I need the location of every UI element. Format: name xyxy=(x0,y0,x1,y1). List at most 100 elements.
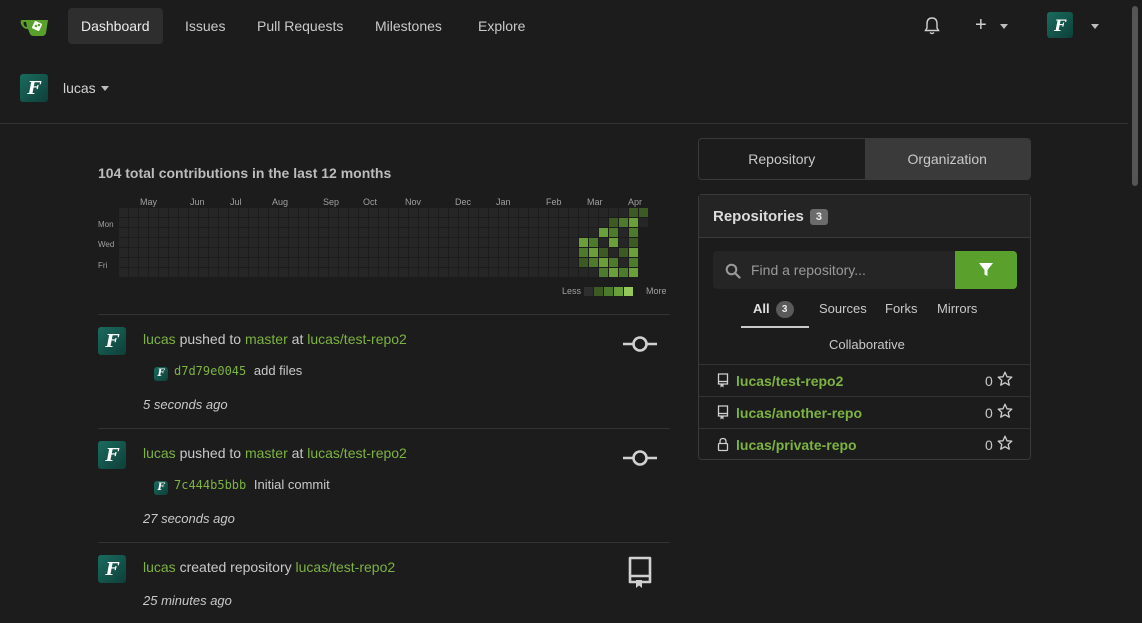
heatmap-cell xyxy=(539,248,548,257)
heatmap-cell xyxy=(189,218,198,227)
heatmap-cell xyxy=(329,218,338,227)
chevron-down-icon[interactable] xyxy=(101,86,109,91)
heatmap-cell xyxy=(319,268,328,277)
heatmap-cell xyxy=(129,248,138,257)
heatmap-legend-cell xyxy=(614,287,623,296)
star-icon[interactable] xyxy=(997,435,1013,451)
nav-explore[interactable]: Explore xyxy=(465,8,538,44)
heatmap-cell xyxy=(169,228,178,237)
repo-name-link[interactable]: lucas/private-repo xyxy=(736,437,857,453)
heatmap-cell xyxy=(219,218,228,227)
heatmap-cell xyxy=(509,268,518,277)
star-icon[interactable] xyxy=(997,371,1013,387)
feed-branch-link[interactable]: master xyxy=(245,331,288,347)
heatmap-cell xyxy=(219,208,228,217)
repo-list-item[interactable]: lucas/test-repo2 0 xyxy=(699,364,1030,396)
tab-repository[interactable]: Repository xyxy=(699,139,865,179)
feed-divider xyxy=(98,314,670,315)
repositories-panel: Repositories 3 All 3 Sources Forks Mirrors… xyxy=(698,194,1031,460)
heatmap-cell xyxy=(279,238,288,247)
repo-list-item[interactable]: lucas/private-repo 0 xyxy=(699,428,1030,460)
subtab-mirrors[interactable]: Mirrors xyxy=(937,301,977,316)
heatmap-cell xyxy=(399,218,408,227)
heatmap-cell xyxy=(529,258,538,267)
feed-avatar[interactable]: F xyxy=(98,555,126,583)
heatmap-cell xyxy=(629,238,638,247)
heatmap-cell xyxy=(419,248,428,257)
nav-dashboard[interactable]: Dashboard xyxy=(68,8,163,44)
heatmap-cell xyxy=(149,258,158,267)
heatmap-cell xyxy=(509,258,518,267)
heatmap-cell xyxy=(479,228,488,237)
feed-branch-link[interactable]: master xyxy=(245,445,288,461)
feed-user-link[interactable]: lucas xyxy=(143,331,176,347)
heatmap-cell xyxy=(139,248,148,257)
heatmap-cell xyxy=(369,268,378,277)
commit-author-avatar[interactable]: F xyxy=(154,480,168,495)
heatmap-cell xyxy=(409,228,418,237)
heatmap-cell xyxy=(539,238,548,247)
scrollbar-thumb[interactable] xyxy=(1132,6,1138,186)
subtab-collaborative[interactable]: Collaborative xyxy=(829,337,905,352)
heatmap-cell xyxy=(549,208,558,217)
filter-button[interactable] xyxy=(955,251,1017,289)
chevron-down-icon[interactable] xyxy=(1000,24,1008,29)
context-user-avatar[interactable]: F xyxy=(20,74,48,102)
heatmap-cell xyxy=(569,248,578,257)
bell-icon[interactable] xyxy=(922,16,942,36)
heatmap-cell xyxy=(269,258,278,267)
heatmap-legend-cell xyxy=(604,287,613,296)
heatmap-cell xyxy=(389,268,398,277)
gitea-logo-icon[interactable] xyxy=(20,14,50,38)
create-menu-plus-icon[interactable]: + xyxy=(975,15,987,35)
feed-repo-link[interactable]: lucas/test-repo2 xyxy=(307,331,407,347)
heatmap-cell xyxy=(489,218,498,227)
heatmap-cell xyxy=(199,218,208,227)
heatmap-cell xyxy=(319,208,328,217)
heatmap-cell xyxy=(159,268,168,277)
context-user-switcher[interactable]: lucas xyxy=(63,80,96,96)
heatmap-cell xyxy=(429,258,438,267)
feed-repo-link[interactable]: lucas/test-repo2 xyxy=(307,445,407,461)
repo-list-item[interactable]: lucas/another-repo 0 xyxy=(699,396,1030,428)
feed-user-link[interactable]: lucas xyxy=(143,445,176,461)
repo-search-input[interactable] xyxy=(713,251,955,289)
nav-issues[interactable]: Issues xyxy=(172,8,238,44)
subtab-forks[interactable]: Forks xyxy=(885,301,918,316)
heatmap-cell xyxy=(159,248,168,257)
repo-book-icon xyxy=(628,556,652,588)
nav-pull-requests[interactable]: Pull Requests xyxy=(244,8,356,44)
chevron-down-icon[interactable] xyxy=(1091,24,1099,29)
commit-sha-link[interactable]: 7c444b5bbb xyxy=(174,478,246,492)
subtab-all[interactable]: All 3 xyxy=(753,301,794,318)
feed-avatar[interactable]: F xyxy=(98,441,126,469)
tab-organization[interactable]: Organization xyxy=(864,139,1030,179)
heatmap-cell xyxy=(259,218,268,227)
commit-author-avatar[interactable]: F xyxy=(154,366,168,381)
heatmap-cell xyxy=(519,218,528,227)
feed-user-link[interactable]: lucas xyxy=(143,559,176,575)
heatmap-cell xyxy=(579,208,588,217)
heatmap-cell xyxy=(579,238,588,247)
star-icon[interactable] xyxy=(997,403,1013,419)
nav-milestones[interactable]: Milestones xyxy=(362,8,455,44)
heatmap-cell xyxy=(339,248,348,257)
repo-name-link[interactable]: lucas/another-repo xyxy=(736,405,862,421)
repo-name-link[interactable]: lucas/test-repo2 xyxy=(736,373,843,389)
heatmap-cell xyxy=(429,248,438,257)
heatmap-cell xyxy=(479,258,488,267)
repositories-count-badge: 3 xyxy=(809,209,828,225)
heatmap-cell xyxy=(539,218,548,227)
commit-sha-link[interactable]: d7d79e0045 xyxy=(174,364,246,378)
heatmap-cell xyxy=(189,248,198,257)
feed-repo-link[interactable]: lucas/test-repo2 xyxy=(296,559,396,575)
heatmap-cell xyxy=(239,228,248,237)
feed-avatar[interactable]: F xyxy=(98,327,126,355)
heatmap-cell xyxy=(369,258,378,267)
heatmap-cell xyxy=(609,238,618,247)
page-scrollbar[interactable] xyxy=(1128,0,1142,623)
heatmap-cell xyxy=(249,268,258,277)
user-avatar[interactable]: F xyxy=(1047,12,1073,38)
heatmap-month: Jul xyxy=(230,197,242,207)
subtab-sources[interactable]: Sources xyxy=(819,301,867,316)
